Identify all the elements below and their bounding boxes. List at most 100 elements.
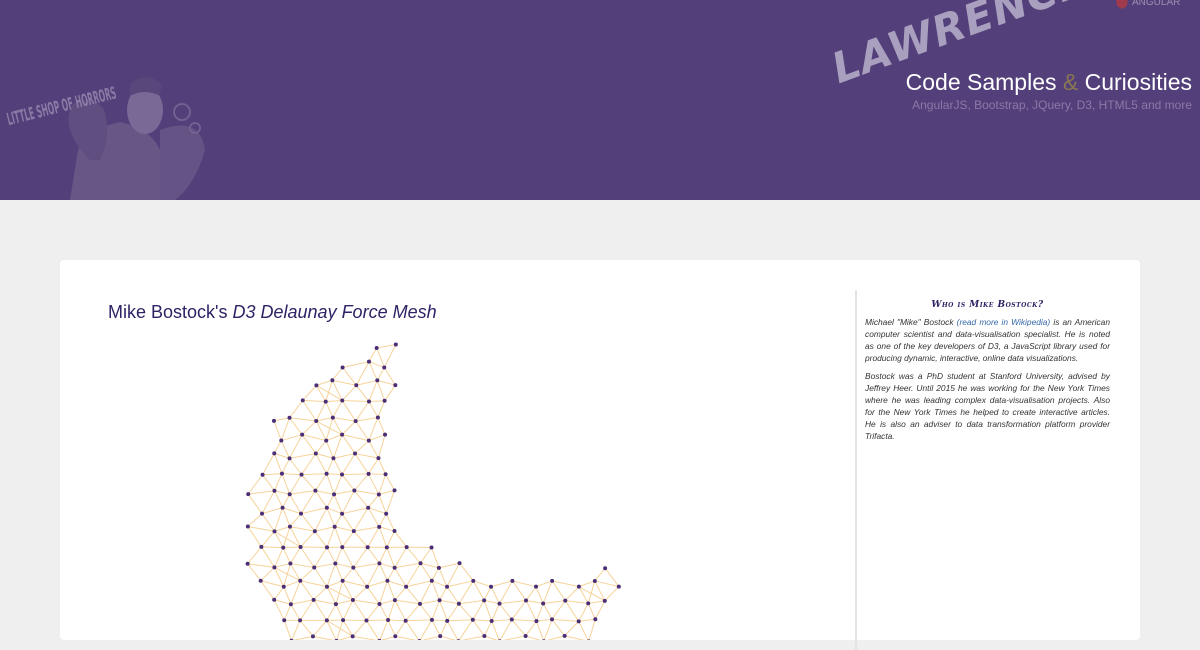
mesh-node[interactable]: [288, 416, 292, 420]
mesh-node[interactable]: [314, 419, 318, 423]
mesh-node[interactable]: [325, 506, 329, 510]
mesh-node[interactable]: [314, 383, 318, 387]
mesh-node[interactable]: [341, 618, 345, 622]
mesh-node[interactable]: [376, 415, 380, 419]
mesh-node[interactable]: [394, 343, 398, 347]
mesh-node[interactable]: [313, 489, 317, 493]
mesh-node[interactable]: [325, 472, 329, 476]
mesh-node[interactable]: [352, 488, 356, 492]
mesh-node[interactable]: [577, 585, 581, 589]
mesh-node[interactable]: [281, 506, 285, 510]
mesh-node[interactable]: [340, 433, 344, 437]
mesh-node[interactable]: [272, 529, 276, 533]
mesh-node[interactable]: [384, 512, 388, 516]
mesh-node[interactable]: [550, 617, 554, 621]
mesh-node[interactable]: [404, 585, 408, 589]
mesh-node[interactable]: [438, 634, 442, 638]
mesh-node[interactable]: [288, 492, 292, 496]
mesh-node[interactable]: [490, 619, 494, 623]
mesh-node[interactable]: [288, 456, 292, 460]
mesh-node[interactable]: [330, 378, 334, 382]
mesh-node[interactable]: [272, 419, 276, 423]
mesh-node[interactable]: [430, 618, 434, 622]
mesh-node[interactable]: [498, 602, 502, 606]
mesh-node[interactable]: [541, 601, 545, 605]
site-title[interactable]: Code Samples & Curiosities: [906, 69, 1192, 96]
mesh-node[interactable]: [430, 545, 434, 549]
mesh-node[interactable]: [331, 456, 335, 460]
mesh-node[interactable]: [341, 365, 345, 369]
mesh-node[interactable]: [382, 366, 386, 370]
mesh-node[interactable]: [340, 512, 344, 516]
mesh-node[interactable]: [282, 585, 286, 589]
mesh-node[interactable]: [471, 618, 475, 622]
mesh-node[interactable]: [340, 472, 344, 476]
mesh-node[interactable]: [534, 585, 538, 589]
mesh-node[interactable]: [332, 492, 336, 496]
mesh-node[interactable]: [375, 378, 379, 382]
mesh-node[interactable]: [280, 472, 284, 476]
mesh-node[interactable]: [510, 579, 514, 583]
mesh-node[interactable]: [300, 473, 304, 477]
mesh-node[interactable]: [325, 585, 329, 589]
mesh-node[interactable]: [365, 585, 369, 589]
mesh-node[interactable]: [377, 525, 381, 529]
mesh-node[interactable]: [324, 400, 328, 404]
mesh-node[interactable]: [489, 585, 493, 589]
mesh-node[interactable]: [563, 634, 567, 638]
mesh-node[interactable]: [404, 619, 408, 623]
mesh-node[interactable]: [393, 488, 397, 492]
mesh-node[interactable]: [354, 419, 358, 423]
mesh-node[interactable]: [272, 598, 276, 602]
mesh-node[interactable]: [279, 439, 283, 443]
mesh-node[interactable]: [393, 634, 397, 638]
mesh-node[interactable]: [261, 473, 265, 477]
mesh-node[interactable]: [282, 618, 286, 622]
mesh-node[interactable]: [418, 602, 422, 606]
mesh-node[interactable]: [376, 456, 380, 460]
mesh-node[interactable]: [550, 579, 554, 583]
mesh-node[interactable]: [393, 529, 397, 533]
mesh-node[interactable]: [617, 585, 621, 589]
mesh-node[interactable]: [383, 433, 387, 437]
mesh-node[interactable]: [289, 639, 293, 640]
mesh-node[interactable]: [367, 400, 371, 404]
wikipedia-link[interactable]: (read more in Wikipedia): [957, 317, 1051, 327]
mesh-node[interactable]: [377, 602, 381, 606]
mesh-node[interactable]: [333, 561, 337, 565]
mesh-node[interactable]: [353, 452, 357, 456]
mesh-node[interactable]: [259, 579, 263, 583]
mesh-node[interactable]: [272, 565, 276, 569]
mesh-node[interactable]: [377, 492, 381, 496]
mesh-node[interactable]: [314, 451, 318, 455]
angular-logo[interactable]: ANGULAR: [1116, 0, 1186, 10]
mesh-node[interactable]: [482, 598, 486, 602]
mesh-node[interactable]: [510, 618, 514, 622]
mesh-node[interactable]: [593, 617, 597, 621]
mesh-node[interactable]: [340, 545, 344, 549]
mesh-node[interactable]: [524, 599, 528, 603]
mesh-node[interactable]: [272, 451, 276, 455]
mesh-node[interactable]: [299, 512, 303, 516]
mesh-node[interactable]: [331, 416, 335, 420]
mesh-node[interactable]: [542, 639, 546, 640]
mesh-node[interactable]: [298, 618, 302, 622]
mesh-node[interactable]: [384, 472, 388, 476]
mesh-node[interactable]: [325, 545, 329, 549]
mesh-node[interactable]: [351, 566, 355, 570]
mesh-node[interactable]: [272, 489, 276, 493]
mesh-node[interactable]: [457, 602, 461, 606]
mesh-node[interactable]: [366, 545, 370, 549]
mesh-node[interactable]: [288, 562, 292, 566]
mesh-node[interactable]: [586, 601, 590, 605]
mesh-node[interactable]: [351, 598, 355, 602]
mesh-node[interactable]: [260, 512, 264, 516]
mesh-node[interactable]: [313, 529, 317, 533]
mesh-node[interactable]: [341, 579, 345, 583]
mesh-node[interactable]: [385, 579, 389, 583]
delaunay-force-mesh[interactable]: [60, 260, 850, 640]
mesh-node[interactable]: [577, 619, 581, 623]
mesh-node[interactable]: [603, 566, 607, 570]
mesh-node[interactable]: [563, 599, 567, 603]
mesh-node[interactable]: [312, 598, 316, 602]
